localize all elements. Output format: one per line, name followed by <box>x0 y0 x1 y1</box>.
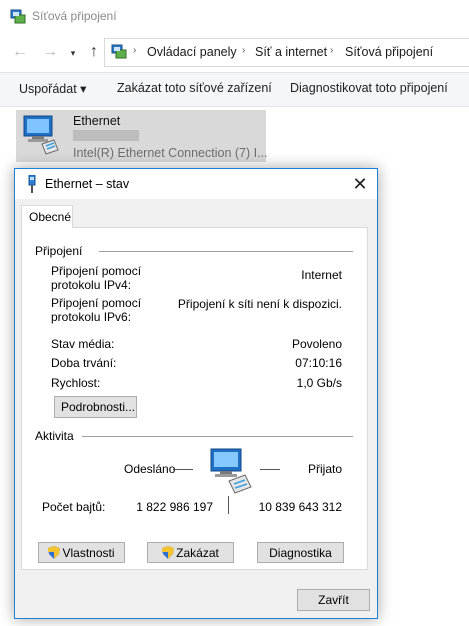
ipv6-label: Připojení pomocí protokolu IPv6: <box>51 296 142 324</box>
network-adapter-icon <box>23 115 59 155</box>
forward-button[interactable]: → <box>40 42 60 62</box>
disable-button[interactable]: Zakázat <box>147 542 234 563</box>
speed-label: Rychlost: <box>51 376 101 390</box>
breadcrumb-network-connections[interactable]: Síťová připojení <box>345 45 433 59</box>
up-button[interactable]: ↑ <box>84 42 104 62</box>
dialog-titlebar: Ethernet – stav ✕ <box>15 169 377 199</box>
group-divider <box>82 436 353 437</box>
breadcrumb-separator: › <box>330 45 334 56</box>
tab-general[interactable]: Obecné <box>21 205 73 228</box>
bytes-sent-value: 1 822 986 197 <box>136 500 213 514</box>
diagnose-connection-command[interactable]: Diagnostikovat toto připojení <box>290 81 448 95</box>
adapter-name: Ethernet <box>73 114 121 128</box>
breadcrumb-separator: › <box>242 45 246 56</box>
bytes-received-value: 10 839 643 312 <box>258 500 342 514</box>
activity-heading: Aktivita <box>35 429 74 443</box>
received-label: Přijato <box>308 462 343 476</box>
properties-button-label: Vlastnosti <box>62 545 115 560</box>
organize-menu[interactable]: Uspořádat ▾ <box>19 81 86 96</box>
properties-button[interactable]: Vlastnosti <box>38 542 125 563</box>
tab-general-label: Obecné <box>29 210 72 224</box>
breadcrumb-control-panel[interactable]: Ovládací panely <box>147 45 237 59</box>
general-panel: Připojení Připojení pomocí protokolu IPv… <box>21 227 368 570</box>
breadcrumb-separator: › <box>133 45 137 56</box>
adapter-description: Intel(R) Ethernet Connection (7) I... <box>73 146 268 160</box>
media-state-label: Stav média: <box>51 337 115 351</box>
duration-label: Doba trvání: <box>51 356 117 370</box>
address-bar[interactable]: › Ovládací panely › Síť a internet › Síť… <box>104 38 469 67</box>
received-dash <box>260 469 280 470</box>
adapter-item-ethernet[interactable]: Ethernet Intel(R) Ethernet Connection (7… <box>16 110 268 162</box>
shield-icon <box>48 545 61 559</box>
shield-icon <box>162 545 175 559</box>
ethernet-icon <box>28 175 36 193</box>
recent-locations-chevron-icon[interactable]: ▾ <box>63 43 83 63</box>
breadcrumb-network-internet[interactable]: Síť a internet <box>255 45 327 59</box>
network-connections-icon <box>10 9 26 24</box>
activity-divider <box>228 496 229 514</box>
address-row: ← → ▾ ↑ › Ovládací panely › Síť a intern… <box>0 34 469 70</box>
details-button[interactable]: Podrobnosti... <box>54 396 137 418</box>
disable-device-command[interactable]: Zakázat toto síťové zařízení <box>117 81 272 95</box>
adapter-network-redacted <box>73 130 139 141</box>
explorer-titlebar: Síťová připojení <box>0 0 469 34</box>
command-bar: Uspořádat ▾ Zakázat toto síťové zařízení… <box>0 72 469 107</box>
speed-value: 1,0 Gb/s <box>296 376 342 390</box>
close-button[interactable]: Zavřít <box>297 589 370 611</box>
close-icon[interactable]: ✕ <box>347 172 373 196</box>
sent-label: Odesláno <box>124 462 176 476</box>
ipv6-value: Připojení k síti není k dispozici. <box>177 297 342 311</box>
computer-activity-icon <box>210 448 252 494</box>
media-state-value: Povoleno <box>291 337 342 351</box>
diagnose-button[interactable]: Diagnostika <box>257 542 344 563</box>
group-divider <box>99 251 353 252</box>
ipv4-label: Připojení pomocí protokolu IPv4: <box>51 264 142 292</box>
bytes-label: Počet bajtů: <box>42 500 106 514</box>
back-button[interactable]: ← <box>10 42 30 62</box>
disable-button-label: Zakázat <box>176 545 219 560</box>
window-title: Síťová připojení <box>32 9 117 23</box>
sent-dash <box>173 469 193 470</box>
connection-heading: Připojení <box>35 244 83 258</box>
ethernet-status-dialog: Ethernet – stav ✕ Obecné Připojení Připo… <box>14 168 378 619</box>
network-connections-icon <box>111 44 127 59</box>
ipv4-value: Internet <box>301 268 342 282</box>
dialog-title: Ethernet – stav <box>45 177 130 191</box>
duration-value: 07:10:16 <box>295 356 342 370</box>
